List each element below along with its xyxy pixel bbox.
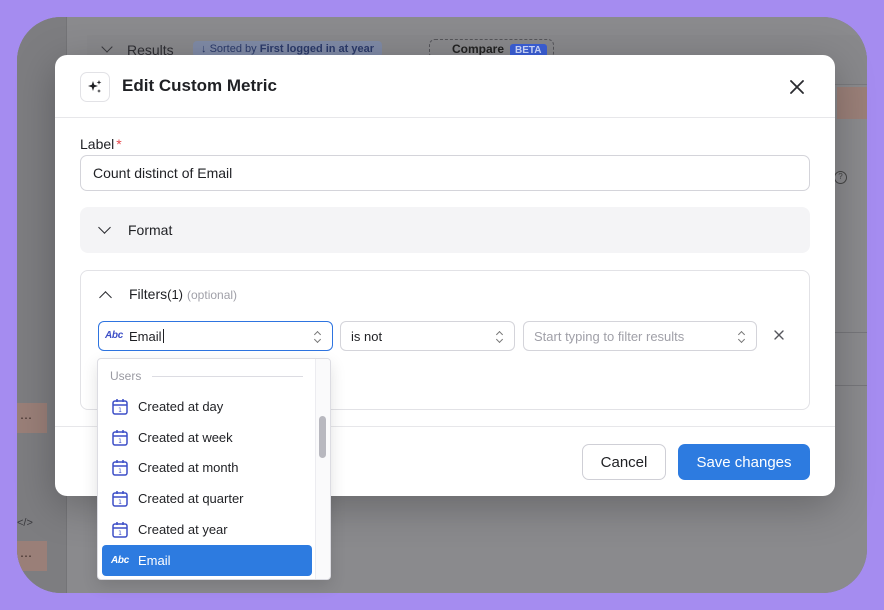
dropdown-group-divider <box>152 376 303 377</box>
chevron-updown-icon <box>314 330 322 344</box>
dropdown-item-created-at-day[interactable]: 1 Created at day <box>102 391 312 422</box>
modal-header: Edit Custom Metric <box>55 55 835 118</box>
dropdown-item-created-at-quarter[interactable]: 1 Created at quarter <box>102 483 312 514</box>
dropdown-item-label: Created at week <box>138 430 233 445</box>
calendar-icon: 1 <box>112 522 128 538</box>
dropdown-group-label: Users <box>110 369 142 383</box>
filters-optional: (optional) <box>187 288 238 302</box>
svg-text:1: 1 <box>118 468 122 475</box>
text-type-icon: Abc <box>105 330 123 341</box>
background-tag: ⋯ <box>17 541 47 571</box>
filter-operator-value: is not <box>351 329 383 344</box>
help-icon: ? <box>834 171 847 184</box>
svg-text:1: 1 <box>118 499 122 506</box>
sort-arrow-icon: ↓ <box>201 43 210 55</box>
dropdown-item-label: Created at quarter <box>138 491 244 506</box>
text-cursor <box>162 329 164 343</box>
dropdown-item-label: Email <box>138 553 171 568</box>
dropdown-item-email[interactable]: Abc Email <box>102 545 312 576</box>
filters-count: (1) <box>167 287 184 302</box>
sort-field: First logged in at year <box>259 43 375 55</box>
dropdown-item-created-at-week[interactable]: 1 Created at week <box>102 422 312 453</box>
dropdown-item-created-at-month[interactable]: 1 Created at month <box>102 452 312 483</box>
filter-value-placeholder: Start typing to filter results <box>534 329 685 344</box>
calendar-icon: 1 <box>112 430 128 446</box>
svg-text:1: 1 <box>118 407 122 414</box>
required-star: * <box>116 136 122 152</box>
format-label: Format <box>128 222 173 238</box>
chevron-up-icon[interactable] <box>99 291 112 304</box>
chevron-down-icon <box>98 221 111 234</box>
dropdown-item-label: Created at month <box>138 460 239 475</box>
cancel-button[interactable]: Cancel <box>582 444 666 480</box>
filter-field-value: Email <box>129 329 162 344</box>
dropdown-item-label: Created at day <box>138 399 224 414</box>
chevron-updown-icon <box>738 330 746 344</box>
dropdown-item-created-at-year[interactable]: 1 Created at year <box>102 514 312 545</box>
filter-value-select[interactable]: Start typing to filter results <box>523 321 757 351</box>
calendar-icon: 1 <box>112 399 128 415</box>
background-highlight-cell <box>837 87 867 119</box>
background-tag: ⋯ <box>17 403 47 433</box>
dropdown-item-label: Created at year <box>138 522 228 537</box>
filters-header: Filters(1) (optional) <box>129 286 237 302</box>
modal-title: Edit Custom Metric <box>122 76 277 95</box>
remove-filter-icon[interactable] <box>771 327 787 343</box>
chevron-updown-icon <box>496 330 504 344</box>
sort-prefix: Sorted by <box>209 43 257 55</box>
filter-field-input[interactable]: Email <box>129 329 164 344</box>
sparkles-icon <box>80 72 110 102</box>
label-input[interactable] <box>80 155 810 191</box>
filters-label: Filters <box>129 286 168 302</box>
svg-text:1: 1 <box>118 530 122 537</box>
dropdown-scrollbar[interactable] <box>315 359 330 579</box>
code-icon: </> <box>17 517 33 529</box>
filter-operator-select[interactable]: is not <box>340 321 515 351</box>
compare-label: Compare <box>452 42 505 56</box>
close-icon[interactable] <box>787 77 807 97</box>
dropdown-scrollbar-thumb[interactable] <box>319 416 326 458</box>
field-dropdown-menu: Users 1 Created at day 1 Created at week… <box>97 358 331 580</box>
text-type-icon: Abc <box>111 555 129 566</box>
filter-field-select[interactable]: Abc Email <box>98 321 333 351</box>
calendar-icon: 1 <box>112 491 128 507</box>
label-text: Label <box>80 136 115 152</box>
svg-text:1: 1 <box>118 438 122 445</box>
save-changes-button[interactable]: Save changes <box>678 444 810 480</box>
format-section-toggle[interactable]: Format <box>80 207 810 253</box>
calendar-icon: 1 <box>112 460 128 476</box>
label-field-label: Label * <box>80 136 122 152</box>
